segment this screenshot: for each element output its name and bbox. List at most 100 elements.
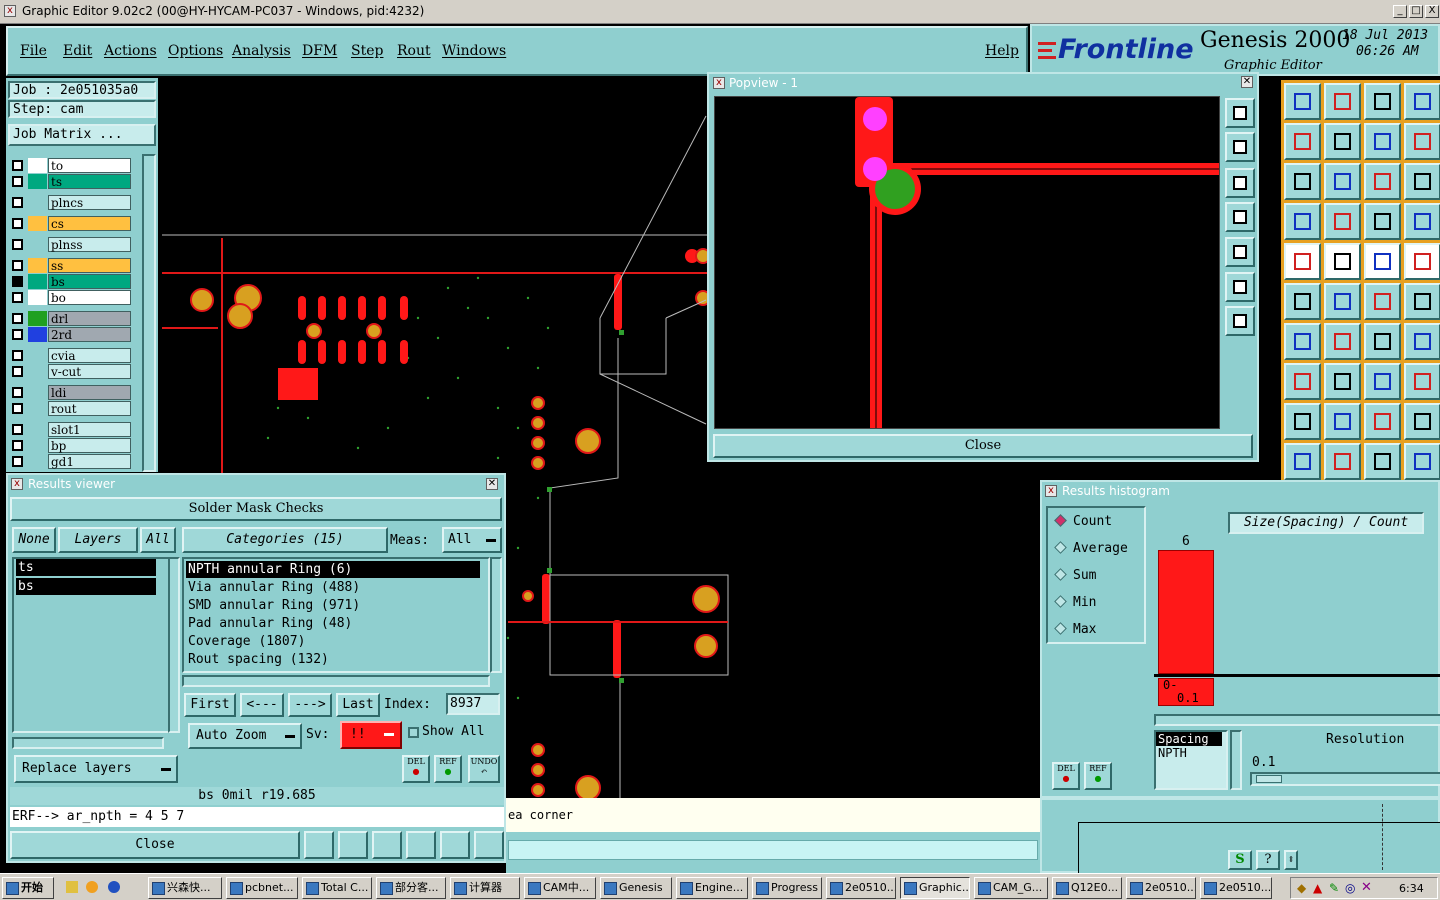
layer-color-swatch[interactable] [28, 237, 47, 252]
first-button[interactable]: First [184, 693, 236, 717]
result-layer-item[interactable]: ts [16, 559, 156, 576]
layer-name[interactable]: bp [48, 438, 131, 453]
layer-row-plncs[interactable]: plncs [10, 195, 138, 210]
tray-icon-4[interactable]: ◎ [1345, 881, 1355, 895]
layer-color-swatch[interactable] [28, 348, 47, 363]
taskbar-item[interactable]: Engine... [676, 877, 748, 899]
menu-help[interactable]: Help [985, 43, 1019, 59]
layer-checkbox[interactable] [12, 176, 23, 187]
layer-row-bp[interactable]: bp [10, 438, 138, 453]
layer-row-rout[interactable]: rout [10, 401, 138, 416]
select-all-layers-button[interactable]: All [140, 527, 176, 553]
layer-row-ldi[interactable]: ldi [10, 385, 138, 400]
layer-row-cs[interactable]: cs [10, 216, 138, 231]
taskbar-item[interactable]: Genesis [600, 877, 672, 899]
category-item-rout[interactable]: Rout spacing (132) [186, 651, 329, 668]
layer-name[interactable]: ldi [48, 385, 131, 400]
tool-rotate-icon[interactable] [1364, 323, 1401, 360]
tool-angle-icon[interactable] [1284, 323, 1321, 360]
tray-icon-5[interactable]: ✕ [1361, 880, 1372, 895]
taskbar-item[interactable]: 计算器 [450, 877, 520, 899]
tool-scale-1-2-icon[interactable] [1364, 163, 1401, 200]
taskbar-item[interactable]: 部分客... [376, 877, 446, 899]
tool-s-curve-icon[interactable] [1404, 123, 1440, 160]
tool-home-icon[interactable] [1364, 83, 1401, 120]
layer-color-swatch[interactable] [28, 274, 47, 289]
layers-button[interactable]: Layers [58, 527, 138, 553]
layer-scrollbar[interactable] [142, 154, 156, 472]
graph-red-icon[interactable] [338, 831, 368, 859]
layer-checkbox[interactable] [12, 276, 23, 287]
layer-name[interactable]: cvia [48, 348, 131, 363]
mode-count-radio[interactable]: Count [1054, 514, 1112, 529]
tool-cross-icon[interactable] [1324, 283, 1361, 320]
layer-row-plnss[interactable]: plnss [10, 237, 138, 252]
tool-ruler-icon[interactable] [1364, 243, 1401, 280]
tool-group-icon[interactable] [1404, 363, 1440, 400]
command-area[interactable] [508, 840, 1038, 860]
layer-row-bo[interactable]: bo [10, 290, 138, 305]
start-button[interactable]: 开始 [2, 877, 54, 899]
histogram-delete-button[interactable]: DEL ● [1052, 762, 1080, 790]
tool-line-split-icon[interactable] [1404, 283, 1440, 320]
layer-row-to[interactable]: to [10, 158, 138, 173]
result-layer-item[interactable]: bs [16, 578, 156, 595]
layer-name[interactable]: slot1 [48, 422, 131, 437]
mode-max-radio[interactable]: Max [1054, 622, 1096, 637]
layer-checkbox[interactable] [12, 366, 23, 377]
taskbar-item[interactable]: 2e0510... [1200, 877, 1272, 899]
layer-row-drl[interactable]: drl [10, 311, 138, 326]
report-icon[interactable] [440, 831, 470, 859]
layer-name[interactable]: to [48, 158, 131, 173]
layer-checkbox[interactable] [12, 218, 23, 229]
layer-name[interactable]: gd1 [48, 454, 131, 469]
param-scrollbar[interactable] [1230, 730, 1242, 790]
layer-checkbox[interactable] [12, 292, 23, 303]
layer-row-2rd[interactable]: 2rd [10, 327, 138, 342]
taskbar-item[interactable]: Progress [752, 877, 822, 899]
layer-color-swatch[interactable] [28, 401, 47, 416]
taskbar-item[interactable]: pcbnet... [226, 877, 298, 899]
layer-name[interactable]: drl [48, 311, 131, 326]
tray-icon-2[interactable]: ▲ [1313, 881, 1322, 895]
histogram-reference-button[interactable]: REF ● [1084, 762, 1112, 790]
tool-right-icon[interactable] [1324, 123, 1361, 160]
category-item-coverage[interactable]: Coverage (1807) [186, 633, 305, 650]
taskbar-item[interactable]: CAM_G... [974, 877, 1048, 899]
popview-tool-1[interactable] [1225, 98, 1255, 128]
tray-icon-3[interactable]: ✎ [1329, 881, 1339, 895]
last-button[interactable]: Last [336, 693, 380, 717]
layer-list-hscrollbar[interactable] [12, 737, 164, 749]
layer-color-swatch[interactable] [28, 438, 47, 453]
menu-windows[interactable]: Windows [442, 43, 506, 59]
tool-copy-icon[interactable] [1284, 83, 1321, 120]
layer-name[interactable]: ss [48, 258, 131, 273]
layer-color-swatch[interactable] [28, 311, 47, 326]
job-matrix-button[interactable]: Job Matrix ... [8, 124, 156, 146]
tool-triangle-b-icon[interactable] [1324, 403, 1361, 440]
histogram-param-list[interactable]: Spacing NPTH [1154, 730, 1228, 790]
tool-pointer-d-icon[interactable] [1404, 443, 1440, 480]
taskbar-item[interactable]: CAM中... [524, 877, 596, 899]
delete-result-button[interactable]: DEL ● [402, 755, 430, 783]
menu-rout[interactable]: Rout [397, 43, 431, 59]
param-spacing[interactable]: Spacing [1156, 732, 1222, 746]
tool-left-icon[interactable] [1284, 123, 1321, 160]
category-item-npth[interactable]: NPTH annular Ring (6) [186, 561, 480, 578]
tool-distance-icon[interactable] [1364, 363, 1401, 400]
tool-measure-b-icon[interactable] [1404, 203, 1440, 240]
taskbar-item[interactable]: 2e0510... [826, 877, 896, 899]
layer-row-v-cut[interactable]: v-cut [10, 364, 138, 379]
tool-round-icon[interactable] [1404, 243, 1440, 280]
layer-color-swatch[interactable] [28, 174, 47, 189]
tool-window-icon[interactable] [1404, 83, 1440, 120]
results-viewer-close-icon[interactable]: ✕ [486, 478, 498, 490]
tool-tools-icon[interactable] [1284, 203, 1321, 240]
taskbar-item[interactable]: 2e0510... [1126, 877, 1196, 899]
popview-tool-7[interactable] [1225, 306, 1255, 336]
tool-slash-icon[interactable] [1324, 323, 1361, 360]
tool-center-icon[interactable] [1324, 163, 1361, 200]
index-input[interactable]: 8937 [446, 693, 500, 715]
menu-edit[interactable]: Edit [63, 43, 92, 59]
tool-help-icon[interactable] [1404, 163, 1440, 200]
